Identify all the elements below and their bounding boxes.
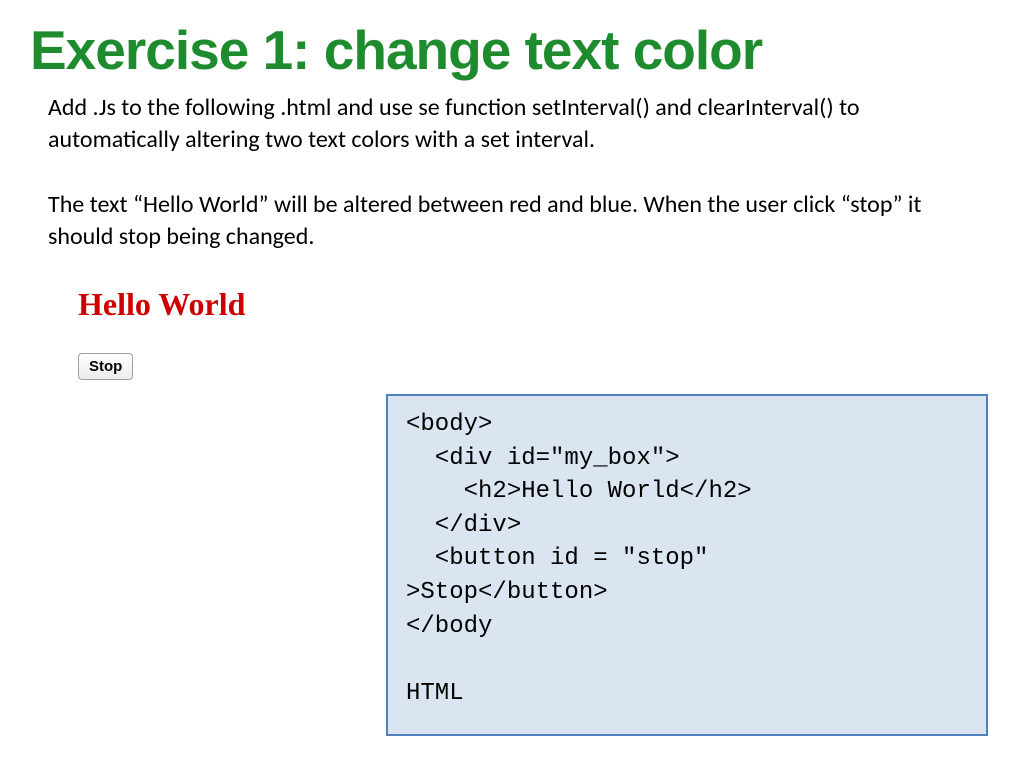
hello-world-heading: Hello World bbox=[78, 286, 1024, 323]
stop-button[interactable]: Stop bbox=[78, 353, 133, 380]
code-snippet-box: <body> <div id="my_box"> <h2>Hello World… bbox=[386, 394, 988, 736]
slide-title: Exercise 1: change text color bbox=[0, 0, 1024, 92]
instruction-paragraph-2: The text “Hello World” will be altered b… bbox=[48, 189, 976, 254]
instruction-paragraph-1: Add .Js to the following .html and use s… bbox=[48, 92, 976, 157]
instructions-block: Add .Js to the following .html and use s… bbox=[0, 92, 1024, 254]
demo-preview: Hello World Stop bbox=[0, 286, 1024, 380]
